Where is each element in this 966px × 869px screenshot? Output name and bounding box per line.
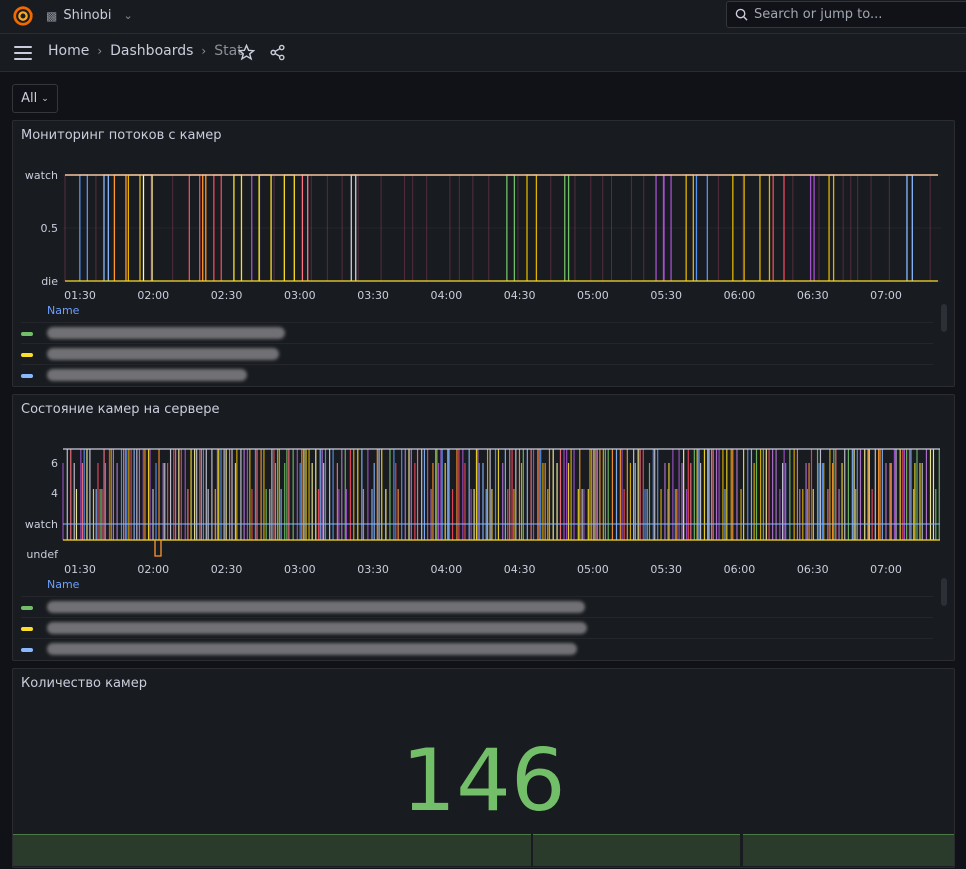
redacted-text	[47, 643, 577, 655]
redacted-text	[47, 601, 585, 613]
x-tick-label: 02:30	[211, 563, 243, 576]
x-tick-label: 04:30	[504, 563, 536, 576]
legend-scrollbar[interactable]	[941, 578, 947, 606]
x-tick-label: 06:30	[797, 289, 829, 302]
panel-camera-state: Состояние камер на сервере 6 4 watch undef 0…	[12, 394, 955, 661]
org-name: Shinobi	[63, 8, 112, 23]
star-icon[interactable]	[238, 44, 255, 61]
y-tick-label: die	[41, 275, 58, 288]
x-tick-label: 01:30	[64, 289, 96, 302]
grafana-logo-icon[interactable]	[11, 5, 35, 27]
panel-camera-count: Количество камер 146	[12, 668, 955, 868]
breadcrumb-home[interactable]: Home	[48, 43, 89, 59]
building-icon: ▩	[46, 8, 58, 23]
sparkline-segment	[743, 834, 954, 866]
x-tick-label: 04:00	[431, 289, 463, 302]
stat-value: 146	[401, 731, 566, 831]
y-tick-label: watch	[25, 169, 58, 182]
chevron-right-icon: ›	[97, 44, 103, 58]
legend-item[interactable]	[21, 322, 933, 343]
y-tick-label: 4	[51, 487, 58, 500]
search-placeholder: Search or jump to...	[754, 7, 883, 22]
x-tick-label: 07:00	[870, 289, 902, 302]
series-color-swatch	[21, 648, 33, 652]
x-tick-label: 07:00	[870, 563, 902, 576]
legend-header[interactable]: Name	[47, 578, 79, 591]
search-icon	[735, 8, 748, 21]
x-tick-label: 03:00	[284, 289, 316, 302]
x-tick-label: 06:00	[724, 289, 756, 302]
search-input[interactable]: Search or jump to...	[726, 1, 966, 28]
menu-icon[interactable]	[14, 46, 32, 60]
series-color-swatch	[21, 353, 33, 357]
share-icon[interactable]	[269, 44, 286, 61]
legend-item[interactable]	[21, 596, 933, 617]
y-tick-label: 0.5	[41, 222, 59, 235]
legend-header[interactable]: Name	[47, 304, 79, 317]
x-tick-label: 02:00	[137, 563, 169, 576]
legend-item[interactable]	[21, 364, 933, 385]
chart-stream-monitoring: watch 0.5 die 01:30 02:00 02:30 03:00 03:30 04:0…	[25, 169, 941, 302]
breadcrumb-dashboards[interactable]: Dashboards	[110, 43, 193, 59]
redacted-text	[47, 348, 279, 360]
breadcrumb: Home › Dashboards › Stat	[48, 43, 243, 59]
x-tick-label: 06:30	[797, 563, 829, 576]
legend-item[interactable]	[21, 638, 933, 659]
x-tick-label: 02:30	[211, 289, 243, 302]
x-tick-label: 03:30	[357, 563, 389, 576]
nav-bar: Home › Dashboards › Stat	[0, 34, 966, 72]
top-bar: ▩ Shinobi ⌄ Search or jump to...	[0, 0, 966, 34]
chart-camera-state: 6 4 watch undef 01:30 02:00 02:30 03:00 03:30 04:…	[25, 448, 940, 576]
series-color-swatch	[21, 374, 33, 378]
redacted-text	[47, 622, 587, 634]
chevron-down-icon: ⌄	[41, 93, 49, 104]
redacted-text	[47, 327, 285, 339]
series-color-swatch	[21, 606, 33, 610]
org-switcher[interactable]: ▩ Shinobi ⌄	[46, 8, 133, 23]
x-tick-label: 03:30	[357, 289, 389, 302]
panel-stream-monitoring: Мониторинг потоков с камер watch 0.5 die 01…	[12, 120, 955, 387]
series-color-swatch	[21, 332, 33, 336]
x-tick-label: 01:30	[64, 563, 96, 576]
x-tick-label: 05:00	[577, 289, 609, 302]
legend-item[interactable]	[21, 343, 933, 364]
y-tick-label: watch	[25, 518, 58, 531]
series-line	[154, 540, 162, 557]
x-tick-label: 05:30	[650, 289, 682, 302]
panel-title[interactable]: Состояние камер на сервере	[21, 402, 220, 417]
variable-select[interactable]: All ⌄	[12, 84, 58, 113]
redacted-text	[47, 369, 247, 381]
x-tick-label: 03:00	[284, 563, 316, 576]
chevron-right-icon: ›	[201, 44, 207, 58]
x-tick-label: 04:00	[431, 563, 463, 576]
x-tick-label: 05:30	[650, 563, 682, 576]
series-color-swatch	[21, 627, 33, 631]
variable-value: All	[21, 91, 38, 106]
legend-scrollbar[interactable]	[941, 304, 947, 332]
panel-title[interactable]: Мониторинг потоков с камер	[21, 128, 222, 143]
panel-title[interactable]: Количество камер	[21, 676, 147, 691]
y-tick-label: undef	[26, 548, 59, 561]
x-tick-label: 05:00	[577, 563, 609, 576]
legend-item[interactable]	[21, 617, 933, 638]
y-tick-label: 6	[51, 457, 58, 470]
x-tick-label: 06:00	[724, 563, 756, 576]
x-tick-label: 02:00	[137, 289, 169, 302]
sparkline-segment	[533, 834, 740, 866]
chevron-down-icon: ⌄	[123, 9, 133, 22]
sparkline-segment	[13, 834, 531, 866]
x-tick-label: 04:30	[504, 289, 536, 302]
